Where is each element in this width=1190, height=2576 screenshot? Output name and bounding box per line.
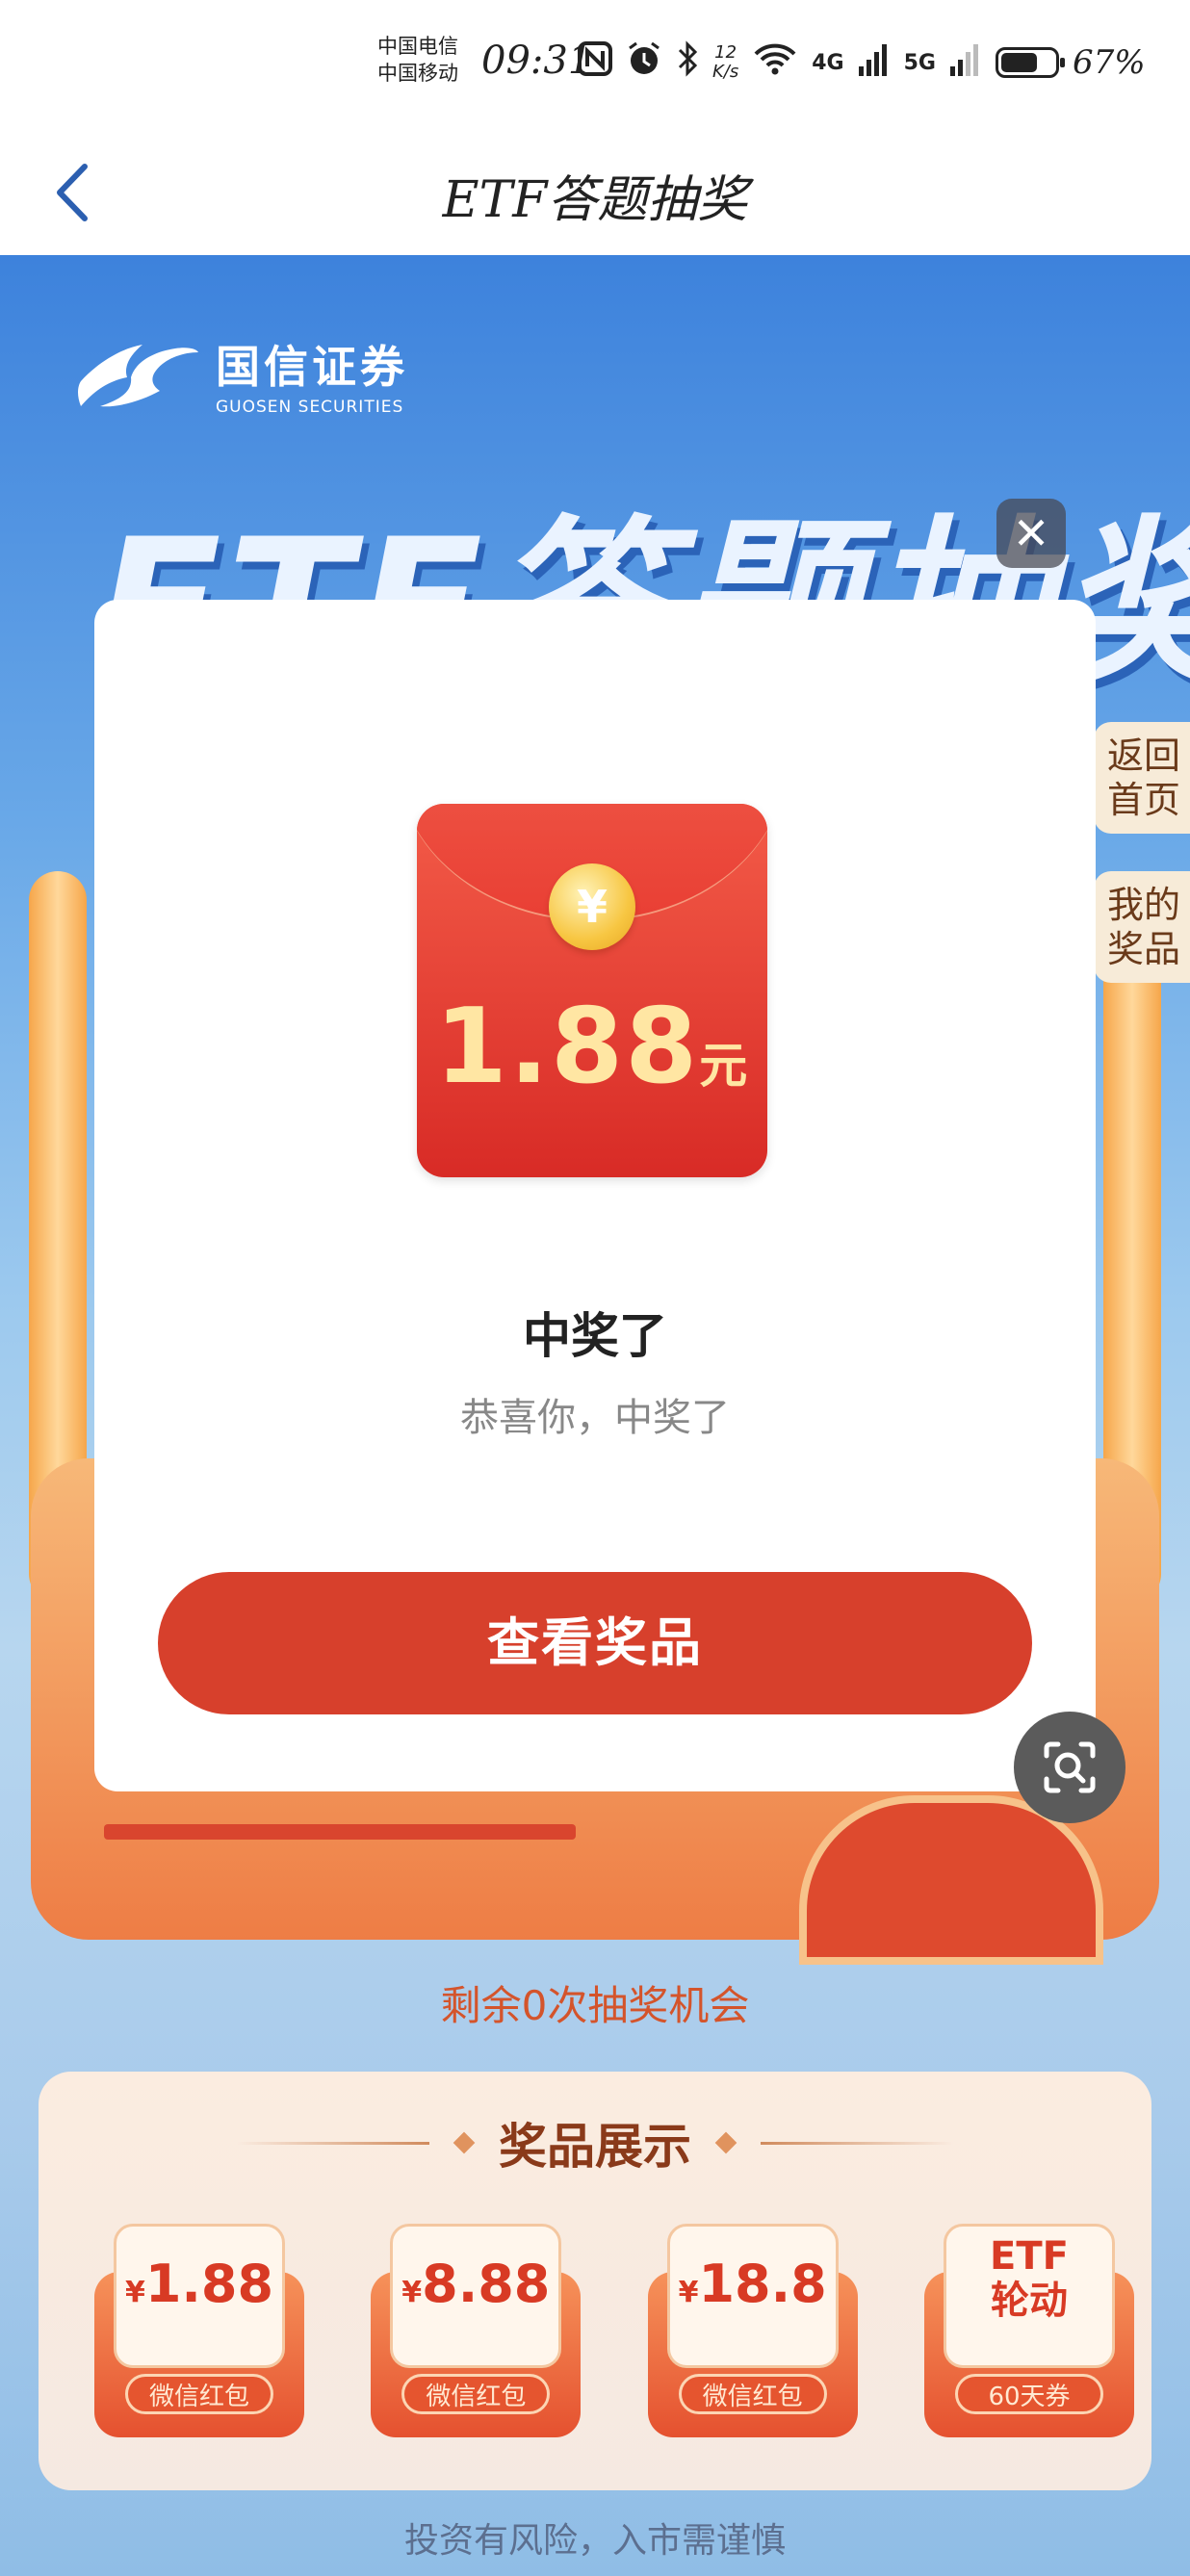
prize-list: ¥1.88 微信红包 ¥8.88 微信红包 ¥18.8 微信红包 ETF 轮动 … — [94, 2224, 1134, 2437]
prize-amount: ¥1.88 — [124, 2254, 274, 2314]
battery-percent: 67% — [1073, 43, 1146, 82]
nfc-icon — [578, 41, 612, 84]
prize-etf-text: ETF 轮动 — [990, 2234, 1069, 2323]
prize-showcase: 奖品展示 ¥1.88 微信红包 ¥8.88 微信红包 ¥18.8 微信红包 ET… — [39, 2072, 1151, 2490]
prize-label: 微信红包 — [401, 2374, 551, 2414]
prize-label: 微信红包 — [678, 2374, 827, 2414]
prize-label: 60天券 — [954, 2374, 1103, 2414]
prize-item: ¥8.88 微信红包 — [371, 2224, 582, 2437]
diamond-icon — [714, 2131, 737, 2154]
envelope-amount: 1.88元 — [434, 987, 750, 1107]
title-divider-right — [761, 2141, 953, 2145]
win-subtitle: 恭喜你，中奖了 — [460, 1396, 730, 1440]
view-prize-button[interactable]: 查看奖品 — [158, 1572, 1032, 1714]
network-type-2: 5G — [903, 50, 936, 75]
prize-item: ¥18.8 微信红包 — [647, 2224, 858, 2437]
guosen-logo: 国信证券 GUOSEN SECURITIES — [75, 332, 408, 417]
prize-label: 微信红包 — [125, 2374, 273, 2414]
guosen-logo-icon — [78, 345, 198, 407]
prize-card: ¥1.88 — [114, 2224, 285, 2368]
speed-unit: K/s — [712, 62, 739, 82]
close-button[interactable]: ✕ — [996, 499, 1066, 568]
logo-chinese: 国信证券 — [216, 341, 408, 393]
status-icons: 12 K/s 4G 5G 67% — [578, 39, 1146, 87]
network-type-1: 4G — [812, 50, 844, 75]
status-time: 09:31 — [481, 39, 593, 83]
carrier-1: 中国电信 — [377, 35, 458, 58]
back-home-tab[interactable]: 返回首页 — [1094, 722, 1190, 834]
title-divider-left — [237, 2141, 429, 2145]
signal-icon-1 — [858, 41, 891, 84]
machine-stripe — [104, 1824, 576, 1840]
carrier-names: 中国电信 中国移动 — [377, 33, 458, 87]
prize-amount: ¥18.8 — [678, 2254, 827, 2314]
diamond-icon — [453, 2131, 476, 2154]
status-bar: 中国电信 中国移动 09:31 12 K/s 4G 5G 67% — [0, 0, 1190, 130]
bluetooth-icon — [676, 40, 699, 85]
battery-icon — [996, 47, 1065, 78]
screenshot-search-button[interactable] — [1014, 1712, 1125, 1823]
red-envelope: ¥ 1.88元 — [417, 804, 767, 1177]
win-title: 中奖了 — [523, 1308, 667, 1364]
signal-icon-2 — [949, 41, 982, 84]
prize-item: ¥1.88 微信红包 — [94, 2224, 304, 2437]
wifi-icon — [752, 40, 798, 85]
prize-card: ¥18.8 — [666, 2224, 839, 2368]
my-prizes-tab[interactable]: 我的奖品 — [1094, 871, 1190, 983]
prize-showcase-title: 奖品展示 — [499, 2119, 691, 2175]
logo-english: GUOSEN SECURITIES — [216, 398, 404, 417]
prize-modal: ¥ 1.88元 中奖了 恭喜你，中奖了 查看奖品 — [94, 600, 1096, 1791]
prize-item: ETF 轮动 60天券 — [923, 2224, 1134, 2437]
coin-icon: ¥ — [549, 863, 635, 950]
page-title: ETF答题抽奖 — [442, 171, 748, 229]
prize-title-row: 奖品展示 — [39, 2108, 1151, 2177]
remaining-chances: 剩余0次抽奖机会 — [440, 1982, 750, 2029]
speed-value: 12 — [714, 42, 737, 63]
risk-disclaimer: 投资有风险，入市需谨慎 — [403, 2521, 786, 2561]
scan-search-icon — [1044, 1741, 1096, 1793]
carrier-2: 中国移动 — [377, 62, 458, 85]
prize-amount: ¥8.88 — [401, 2254, 551, 2314]
nav-bar: ETF答题抽奖 — [0, 130, 1190, 256]
prize-card: ¥8.88 — [390, 2224, 562, 2368]
prize-card: ETF 轮动 — [943, 2224, 1115, 2368]
alarm-icon — [626, 40, 662, 85]
network-speed: 12 K/s — [712, 43, 738, 82]
